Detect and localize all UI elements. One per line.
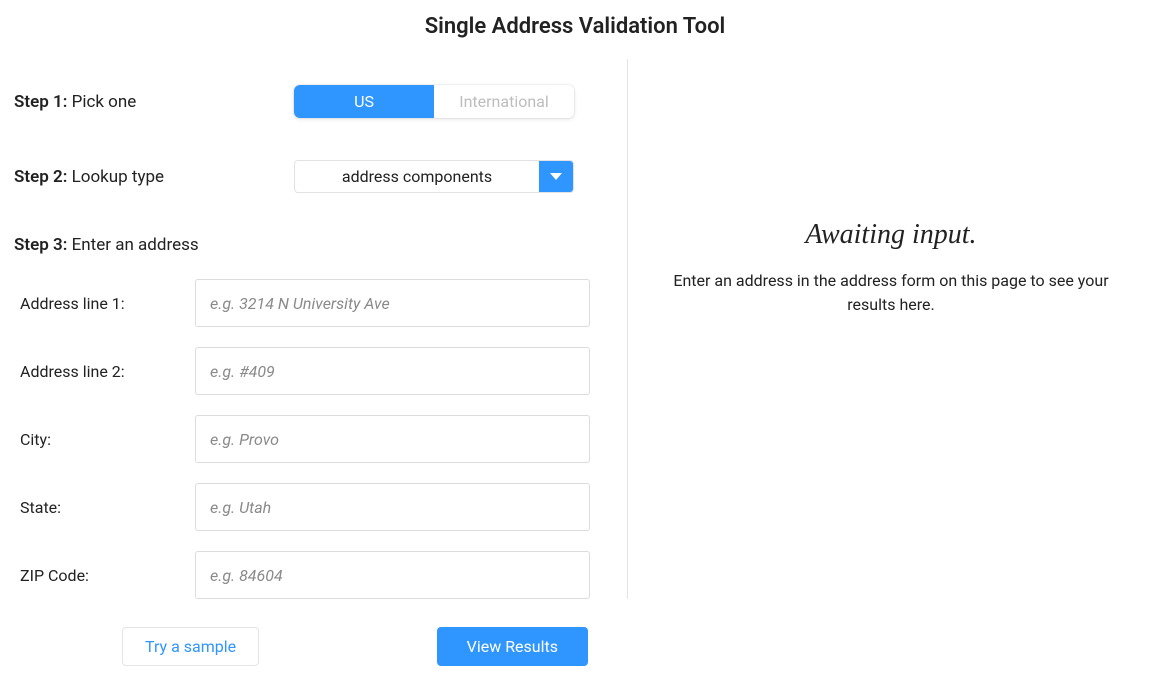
zip-label: ZIP Code: (20, 566, 195, 585)
address-line-1-label: Address line 1: (20, 294, 195, 313)
results-subtext: Enter an address in the address form on … (666, 269, 1116, 317)
state-input[interactable] (195, 483, 590, 531)
address-line-1-row: Address line 1: (14, 279, 626, 327)
view-results-button[interactable]: View Results (437, 627, 588, 666)
results-heading: Awaiting input. (666, 219, 1116, 251)
city-row: City: (14, 415, 626, 463)
step3-text: Enter an address (72, 235, 199, 255)
address-line-2-row: Address line 2: (14, 347, 626, 395)
city-label: City: (20, 430, 195, 449)
country-toggle: US International (294, 85, 574, 118)
step1-text: Pick one (72, 92, 137, 112)
step1-row: Step 1: Pick one US International (14, 85, 626, 118)
toggle-international-button[interactable]: International (434, 85, 574, 118)
toggle-us-button[interactable]: US (294, 85, 434, 118)
lookup-type-caret[interactable] (539, 161, 573, 192)
address-line-2-input[interactable] (195, 347, 590, 395)
step2-prefix: Step 2: (14, 167, 67, 187)
state-label: State: (20, 498, 195, 517)
lookup-type-value[interactable]: address components (295, 161, 539, 192)
step2-row: Step 2: Lookup type address components (14, 160, 626, 193)
step2-label: Step 2: Lookup type (14, 167, 294, 187)
zip-row: ZIP Code: (14, 551, 626, 599)
chevron-down-icon (550, 173, 562, 180)
panel-divider (627, 59, 628, 599)
lookup-type-select[interactable]: address components (294, 160, 574, 193)
form-panel: Step 1: Pick one US International Step 2… (14, 49, 626, 666)
page-title: Single Address Validation Tool (0, 0, 1150, 49)
step1-prefix: Step 1: (14, 92, 67, 112)
address-line-1-input[interactable] (195, 279, 590, 327)
step3-label: Step 3: Enter an address (14, 235, 626, 255)
address-line-2-label: Address line 2: (20, 362, 195, 381)
city-input[interactable] (195, 415, 590, 463)
step1-label: Step 1: Pick one (14, 92, 294, 112)
zip-input[interactable] (195, 551, 590, 599)
action-buttons: Try a sample View Results (14, 627, 602, 666)
try-sample-button[interactable]: Try a sample (122, 627, 259, 666)
step3-prefix: Step 3: (14, 235, 67, 255)
step2-text: Lookup type (72, 167, 164, 187)
results-panel: Awaiting input. Enter an address in the … (626, 49, 1136, 666)
state-row: State: (14, 483, 626, 531)
